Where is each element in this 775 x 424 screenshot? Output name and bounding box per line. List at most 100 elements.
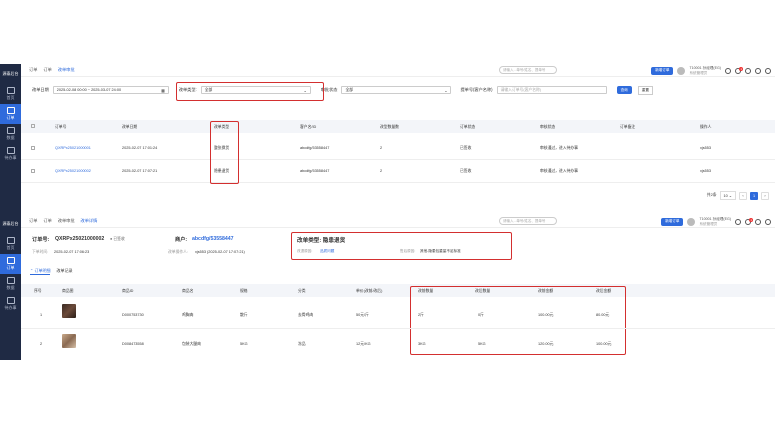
order-status: 已签收 xyxy=(460,169,472,173)
col-product-name: 商品名 xyxy=(182,289,194,293)
notification-icon[interactable]: 1 xyxy=(735,66,743,74)
operator: xjs553 (2025-02-07 17:07:21) xyxy=(195,250,245,254)
top-bar: 订单 订单 改单审批 请输入...单号/姓名、提单号 新增订单 T10001 孙… xyxy=(21,64,775,77)
row-checkbox[interactable] xyxy=(31,169,35,173)
sidebar-item-todo[interactable]: 待办事 xyxy=(0,294,21,314)
settings-icon[interactable] xyxy=(725,67,731,74)
product-category: 去骨鸡肉 xyxy=(298,313,314,317)
breadcrumb-item[interactable]: 订单 xyxy=(43,218,51,224)
help-icon[interactable] xyxy=(755,218,761,225)
col-index: 序号 xyxy=(34,289,42,293)
order-link[interactable]: QXRPx25021000001 xyxy=(55,146,91,150)
home-icon xyxy=(6,87,15,94)
qty-after: 5KG xyxy=(478,342,486,346)
col-qty: 改型数量数 xyxy=(380,125,399,129)
sidebar-item-data[interactable]: 数据 xyxy=(0,124,21,144)
page-size-select[interactable]: 10 ⌄ xyxy=(719,191,736,200)
order-status: 已签收 xyxy=(460,146,472,150)
col-customer: 客户名/ID xyxy=(300,125,317,129)
todo-icon xyxy=(6,147,15,154)
logout-icon[interactable] xyxy=(765,67,771,74)
avatar[interactable] xyxy=(687,217,696,226)
audit-select[interactable]: 全部 ⌄ xyxy=(341,86,452,94)
new-order-button[interactable]: 新增订单 xyxy=(651,66,674,75)
col-operator: 操作人 xyxy=(700,125,712,129)
sidebar-item-orders[interactable]: 订单 xyxy=(0,254,21,274)
notification-icon[interactable]: 1 xyxy=(745,217,753,225)
chart-icon xyxy=(6,127,15,134)
logout-icon[interactable] xyxy=(765,218,771,225)
sidebar-item-home[interactable]: 首页 xyxy=(0,84,21,104)
sidebar-item-home[interactable]: 首页 xyxy=(0,234,21,254)
app-logo: 源泰后台 xyxy=(2,71,19,76)
row-divider xyxy=(21,159,775,160)
col-category: 分类 xyxy=(298,289,306,293)
row-index: 1 xyxy=(40,313,43,317)
amount-after: 100.00元 xyxy=(596,342,612,346)
home-icon xyxy=(6,237,15,244)
breadcrumb-item[interactable]: 订单 xyxy=(29,67,37,73)
date-label: 改单日期 xyxy=(32,87,49,92)
sidebar-item-data[interactable]: 数据 xyxy=(0,274,21,294)
prev-page-button[interactable]: ‹ xyxy=(739,191,747,200)
total-count: 共2条 xyxy=(706,193,717,197)
global-search-input[interactable]: 请输入...单号/姓名、提单号 xyxy=(499,66,557,74)
row-divider xyxy=(21,328,775,329)
user-info[interactable]: T10001 孙经理(EG) 系统管理员 xyxy=(689,66,721,75)
sidebar: 源泰后台 首页 订单 数据 待办事 xyxy=(0,214,21,360)
row-checkbox[interactable] xyxy=(31,146,35,150)
breadcrumb-current: 改单详情 xyxy=(80,218,98,223)
current-page[interactable]: 1 xyxy=(750,191,758,200)
breadcrumb-item[interactable]: 改单审批 xyxy=(58,218,75,224)
order-qty: 2 xyxy=(380,169,383,173)
help-icon[interactable] xyxy=(755,67,761,74)
sidebar-item-todo[interactable]: 待办事 xyxy=(0,144,21,164)
customer-link[interactable]: abcdfg/53558447 xyxy=(192,236,234,242)
order-time-label: 下单时间: xyxy=(32,250,49,254)
sidebar-item-orders[interactable]: 订单 xyxy=(0,104,21,124)
col-remark: 订单备注 xyxy=(620,125,636,129)
order-input[interactable]: 请输入订单号(客户名称) xyxy=(496,86,607,94)
order-label: 提单号(客户名称) xyxy=(460,87,493,92)
order-link[interactable]: QXRPx25021000002 xyxy=(55,169,91,173)
row-divider xyxy=(21,182,775,183)
global-search-input[interactable]: 请输入...单号/姓名、提单号 xyxy=(499,217,557,225)
tab-order-detail[interactable]: ⌃ 订单明细 xyxy=(30,268,51,275)
product-price: 12元/KG xyxy=(356,342,371,346)
col-audit: 审核状态 xyxy=(540,125,556,129)
filter-bar: 改单日期 2025-02-08 00:00 ~ 2025-03-07 24:00… xyxy=(21,84,775,96)
product-category: 冻品 xyxy=(298,342,306,346)
user-info[interactable]: T10001 孙经理(EG) 系统管理员 xyxy=(699,217,731,226)
detail-table-header xyxy=(21,284,775,297)
product-image[interactable] xyxy=(62,334,76,348)
customer-label: 商户: xyxy=(175,237,188,243)
col-order: 订单号 xyxy=(55,125,67,129)
order-audit: 审核通过，进入待办事 xyxy=(540,146,578,150)
new-order-button[interactable]: 新增订单 xyxy=(661,217,684,226)
message-icon[interactable] xyxy=(745,67,751,74)
reset-button[interactable]: 重置 xyxy=(637,85,653,95)
order-operator: xjs553 xyxy=(700,169,711,173)
breadcrumb-item[interactable]: 订单 xyxy=(29,218,37,224)
breadcrumb-item[interactable]: 订单 xyxy=(43,67,51,73)
todo-icon xyxy=(6,297,15,304)
qty-before: 3KG xyxy=(418,342,426,346)
sidebar: 源泰后台 首页 订单 数据 待办事 xyxy=(0,64,21,214)
order-audit: 审核通过，进入待办事 xyxy=(540,169,578,173)
amount-before: 120.00元 xyxy=(538,342,554,346)
order-customer: abcdfg/53558447 xyxy=(300,146,330,150)
select-all-checkbox[interactable] xyxy=(31,124,35,128)
settings-icon[interactable] xyxy=(735,218,741,225)
date-range-input[interactable]: 2025-02-08 00:00 ~ 2025-03-07 24:00 ▦ xyxy=(52,86,169,94)
return-reason: 品质问题 xyxy=(320,249,335,253)
next-page-button[interactable]: › xyxy=(761,191,769,200)
avatar[interactable] xyxy=(677,66,686,75)
product-image[interactable] xyxy=(62,304,76,318)
detail-tabs: ⌃ 订单明细 改单记录 xyxy=(30,268,72,275)
search-button[interactable]: 查询 xyxy=(616,86,632,94)
product-spec: 散斤 xyxy=(240,313,248,317)
order-qty: 2 xyxy=(380,146,383,150)
highlight-qty-amount xyxy=(410,286,626,355)
tab-change-log[interactable]: 改单记录 xyxy=(56,268,72,275)
calendar-icon: ▦ xyxy=(161,88,165,93)
